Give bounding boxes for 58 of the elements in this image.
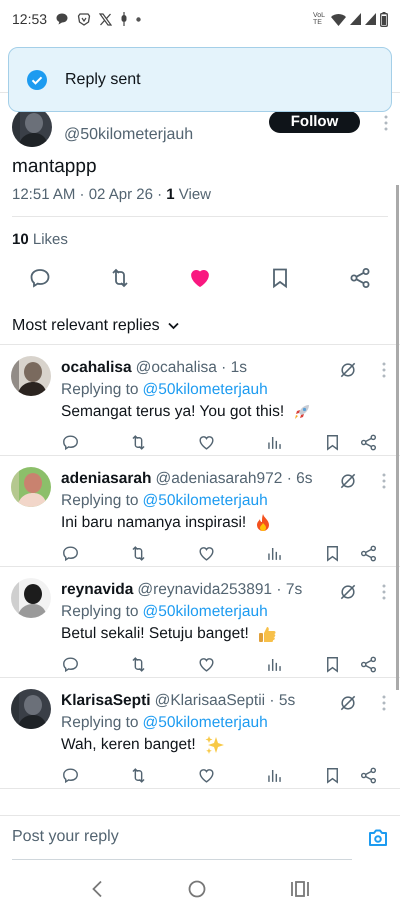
- check-icon: [27, 70, 47, 90]
- camera-icon[interactable]: [368, 828, 388, 846]
- reply-meta: @KlarisaaSeptii · 5s: [154, 690, 296, 710]
- mention-link[interactable]: @50kilometerjauh: [142, 712, 268, 734]
- share-icon[interactable]: [348, 266, 372, 290]
- reply-author: ocahalisa: [61, 358, 132, 378]
- post-text: mantappp: [11, 155, 98, 179]
- recents-icon[interactable]: [291, 880, 310, 896]
- clock-time: 12:53: [12, 10, 48, 28]
- follow-button[interactable]: Follow: [269, 111, 360, 133]
- reply-author: KlarisaSepti: [61, 690, 151, 710]
- reply-meta: @adeniasarah972 · 6s: [155, 468, 313, 488]
- signal-icon: [365, 13, 376, 25]
- reply-meta: @ocahalisa · 1s: [136, 358, 248, 378]
- battery-icon: [380, 12, 388, 26]
- share-icon[interactable]: [359, 433, 378, 452]
- share-icon[interactable]: [359, 766, 378, 786]
- sparkles-icon: [204, 734, 226, 755]
- like-icon[interactable]: [197, 433, 216, 452]
- reply-icon[interactable]: [61, 766, 80, 786]
- reply-icon[interactable]: [61, 655, 80, 674]
- reply-field[interactable]: Post your reply: [12, 816, 352, 860]
- chevron-icon: [168, 322, 179, 330]
- like-icon[interactable]: [197, 544, 216, 564]
- reply-icon[interactable]: [61, 544, 80, 564]
- home-icon[interactable]: [188, 880, 206, 898]
- reply-text: Betul sekali! Setuju banget!: [61, 624, 249, 644]
- share-icon[interactable]: [359, 655, 378, 674]
- share-icon[interactable]: [359, 544, 378, 564]
- reply-text: Ini baru namanya inspirasi!: [61, 512, 246, 533]
- replying-label: Replying to: [61, 490, 139, 511]
- shield-icon: [77, 12, 92, 26]
- reply-text: Wah, keren banget!: [61, 734, 196, 755]
- mention-link[interactable]: @50kilometerjauh: [142, 490, 268, 512]
- replying-label: Replying to: [61, 380, 139, 400]
- cross-icon: [99, 12, 112, 26]
- reply-meta: @reynavida253891 · 7s: [137, 580, 302, 600]
- reply-icon[interactable]: [61, 433, 80, 452]
- post-meta: 12:51 AM · 02 Apr 26 · 1 View: [12, 186, 212, 202]
- author-handle: @50kilometerjauh: [64, 125, 194, 145]
- toast-message: Reply sent: [65, 70, 141, 90]
- mention-link[interactable]: @50kilometerjauh: [142, 378, 268, 401]
- wifi-icon: [331, 12, 346, 26]
- replying-label: Replying to: [61, 712, 139, 733]
- reply-author: adeniasarah: [61, 468, 152, 488]
- like-icon[interactable]: [197, 766, 216, 786]
- sort-dropdown[interactable]: Most relevant replies: [12, 314, 179, 338]
- notification-dot-icon: [136, 16, 142, 22]
- chat-icon: [55, 12, 70, 26]
- microphone-icon: [120, 12, 128, 26]
- mention-link[interactable]: @50kilometerjauh: [142, 600, 268, 623]
- like-icon[interactable]: [197, 655, 216, 674]
- reply-author: reynavida: [61, 580, 134, 600]
- replying-label: Replying to: [61, 602, 139, 622]
- back-icon[interactable]: [90, 880, 103, 898]
- signal-icon: [350, 13, 361, 25]
- reply-text: Semangat terus ya! You got this!: [61, 402, 284, 422]
- likes-count: 10 Likes: [12, 231, 68, 248]
